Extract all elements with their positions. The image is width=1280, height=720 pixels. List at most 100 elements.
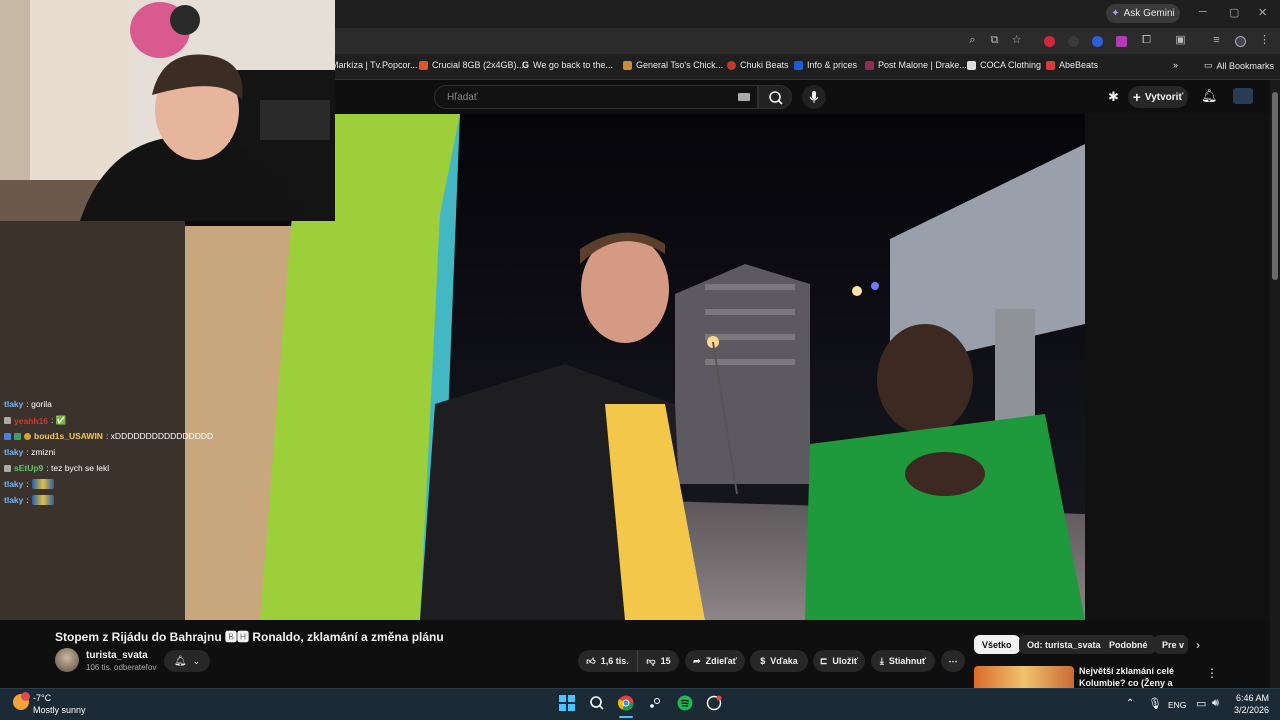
keyboard-icon[interactable] [738,93,750,101]
taskbar-spotify[interactable] [676,694,694,712]
thanks-button[interactable]: $ Vďaka [750,650,808,672]
channel-name[interactable]: turista_svata [86,650,148,661]
chat-message: boud1s_USAWIN : xDDDDDDDDDDDDDDDD [4,431,213,441]
chip-related[interactable]: Podobné [1101,635,1156,654]
dislike-button[interactable]: 👎︎ 15 [637,650,679,672]
weather-description[interactable]: Mostly sunny [33,705,86,715]
menu-kebab-icon[interactable]: ⋮ [1258,34,1271,47]
voice-search-button[interactable] [802,85,826,109]
chat-username: yeahh16 [14,415,49,426]
taskbar-app[interactable] [705,694,723,712]
more-vertical-icon[interactable]: ⋮ [1206,666,1218,680]
chip-for-you[interactable]: Pre v [1154,635,1188,654]
chat-badge-icon [24,432,31,440]
account-avatar[interactable] [1233,88,1253,104]
chat-username: sEtUp9 [14,463,44,473]
taskbar [0,688,1280,720]
volume-icon[interactable]: 🔊︎ [1212,697,1219,710]
start-button[interactable] [558,694,576,712]
share-button[interactable]: ➦ Zdieľať [685,650,745,672]
search-button[interactable] [758,85,792,109]
zoom-icon[interactable]: ⌕ [966,34,979,47]
thumbs-down-icon: 👎︎ [646,655,656,666]
input-language[interactable]: ENG [1168,700,1186,710]
bell-icon: 🔔︎ [173,655,187,667]
chevron-right-icon[interactable]: › [1196,638,1200,652]
taskbar-steam[interactable] [646,694,664,712]
media-controls-icon[interactable]: ≡ [1210,34,1223,47]
chat-message: tlaky : [4,479,54,489]
clock-time[interactable]: 6:46 AM [1233,693,1269,703]
webcam-overlay [0,0,335,221]
bookmark-item[interactable]: COCA Clothing [967,60,1041,70]
channel-avatar[interactable] [55,648,79,672]
bookmark-item[interactable]: General Tso's Chick... [623,60,723,70]
bookmark-item[interactable]: Info & prices [794,60,857,70]
minimize-icon[interactable]: ─ [1199,6,1207,18]
taskbar-chrome[interactable] [617,694,635,712]
download-button[interactable]: ⤓ Stiahnuť [871,650,935,672]
bookmark-favicon [865,60,874,70]
chat-message: yeahh16 : ✅ [4,415,66,426]
chat-badge-icon [4,464,11,472]
chip-all[interactable]: Všetko [974,635,1020,654]
recommended-thumbnail[interactable] [974,666,1074,688]
cast-icon[interactable]: ✱ [1108,89,1119,105]
bookmark-item[interactable]: AbeBeats [1046,60,1098,70]
chat-username: boud1s_USAWIN [34,431,103,441]
scrollbar-thumb[interactable] [1272,92,1278,280]
spotify-icon [677,695,693,711]
clock-date[interactable]: 3/2/2026 [1230,705,1269,715]
like-button[interactable]: 👍︎ 1,6 tis. [578,650,637,672]
bookmark-favicon [794,60,803,70]
extension-icon[interactable] [1044,36,1055,47]
extension-icon[interactable] [1068,36,1079,47]
chrome-icon [618,695,634,711]
close-icon[interactable]: ✕ [1258,6,1267,19]
all-bookmarks-button[interactable]: ▭ All Bookmarks [1204,60,1274,71]
gemini-icon: ✦ [1111,8,1120,19]
bookmark-item[interactable]: Markíza | Tv.Popcor... [331,60,418,70]
extension-icon[interactable] [1116,36,1127,47]
bookmark-item[interactable]: Post Malone | Drake... [865,60,967,70]
weather-alert-badge [21,692,30,701]
subscription-bell-button[interactable]: 🔔︎ ⌄ [164,650,210,672]
bookmark-item[interactable]: Crucial 8GB (2x4GB)... [419,60,524,70]
network-icon[interactable]: ▭ [1196,697,1206,710]
bookmarks-overflow-icon[interactable]: » [1173,60,1178,70]
video-title: Stopem z Rijádu do Bahrajnu 🅱🅷 Ronaldo, … [55,630,444,644]
chevron-up-icon[interactable]: ⌃ [1126,698,1134,709]
microphone-tray-icon[interactable]: 🎙︎ [1148,697,1162,710]
address-bar[interactable] [335,28,1280,54]
profile-avatar[interactable] [1235,36,1246,47]
bookmark-item[interactable]: G We go back to the... [522,60,613,70]
bookmark-item[interactable]: Chuki Beats [727,60,789,70]
chat-username: tlaky [4,447,24,457]
plus-icon: + [1132,89,1141,105]
extensions-puzzle-icon[interactable]: ⧠ [1140,34,1153,47]
bookmark-favicon [419,60,428,70]
extension-icon[interactable] [1092,36,1103,47]
bookmark-star-icon[interactable]: ☆ [1010,34,1023,47]
side-panel-icon[interactable]: ▣ [1174,34,1187,47]
chat-username: tlaky [4,399,24,409]
thumbs-up-icon: 👍︎ [586,655,596,666]
save-button[interactable]: ⊏ Uložiť [813,650,865,672]
create-button[interactable]: + Vytvoriť [1128,86,1188,108]
chat-message: tlaky : zmizni [4,447,55,457]
more-horizontal-icon: ⋯ [948,655,958,666]
steam-icon [647,695,663,711]
ask-gemini-button[interactable]: ✦ Ask Gemini [1106,4,1180,23]
notifications-bell-icon[interactable]: 🔔︎ [1201,88,1218,104]
weather-temperature[interactable]: -7°C [33,693,51,703]
taskbar-search-button[interactable] [588,694,606,712]
search-input[interactable]: Hľadať [434,85,758,109]
bookmark-favicon [623,60,632,70]
github-desktop-icon [706,695,722,711]
more-actions-button[interactable]: ⋯ [941,650,965,672]
maximize-icon[interactable]: ▢ [1229,6,1239,19]
chip-from-channel[interactable]: Od: turista_svata [1019,635,1109,654]
microphone-icon [809,91,819,103]
install-app-icon[interactable]: ⧉ [988,34,1001,47]
chat-message: sEtUp9 : tez bych se lekl [4,463,109,473]
